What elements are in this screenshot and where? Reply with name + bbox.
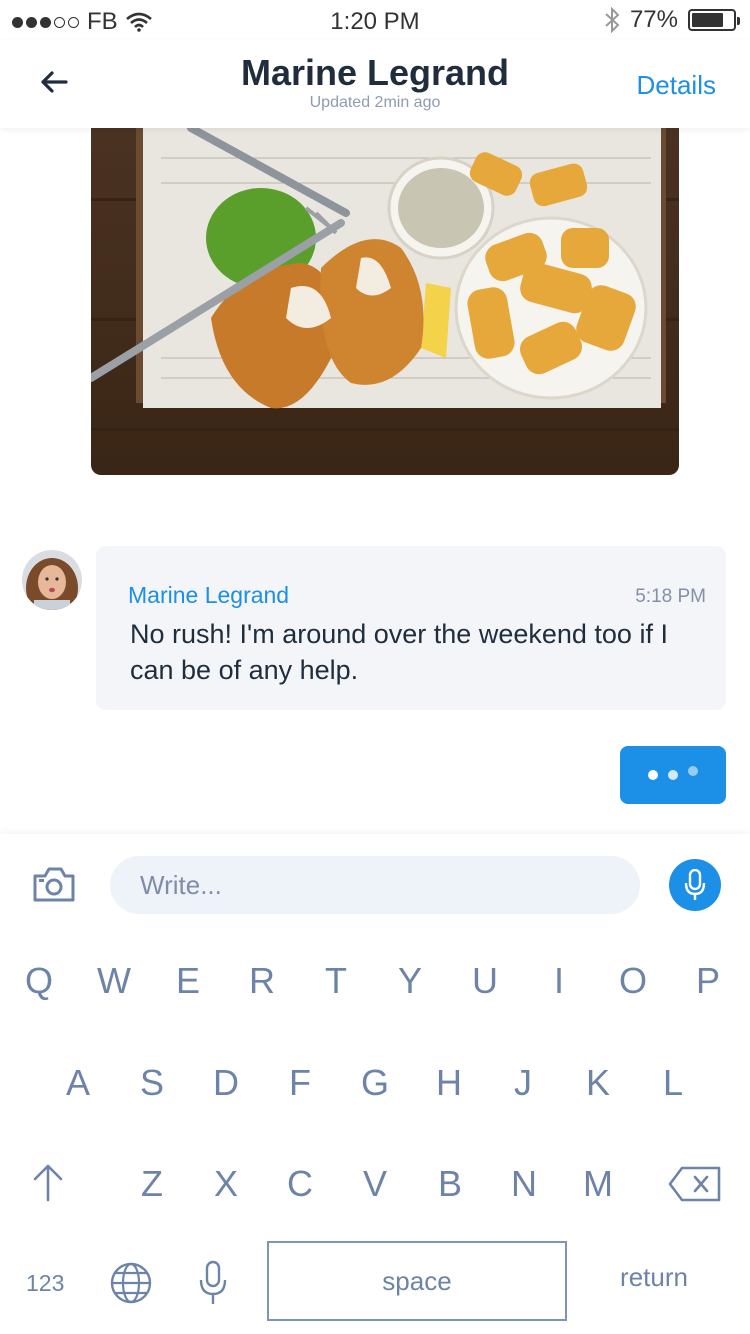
message-input[interactable]	[110, 856, 640, 914]
key-v[interactable]: V	[345, 1163, 405, 1205]
key-m[interactable]: M	[568, 1163, 628, 1205]
message-bubble: Marine Legrand 5:18 PM No rush! I'm arou…	[96, 546, 726, 710]
details-button[interactable]: Details	[637, 70, 716, 101]
typing-dot	[668, 770, 678, 780]
battery-level	[692, 13, 723, 27]
typing-dot	[648, 770, 658, 780]
globe-key[interactable]	[110, 1262, 152, 1304]
key-n[interactable]: N	[494, 1163, 554, 1205]
key-x[interactable]: X	[196, 1163, 256, 1205]
battery-percent: 77%	[629, 6, 678, 33]
key-s[interactable]: S	[122, 1062, 182, 1104]
key-o[interactable]: O	[603, 960, 663, 1002]
shift-icon	[33, 1164, 63, 1202]
key-b[interactable]: B	[420, 1163, 480, 1205]
key-z[interactable]: Z	[122, 1163, 182, 1205]
message-sender[interactable]: Marine Legrand	[128, 582, 289, 609]
key-c[interactable]: C	[270, 1163, 330, 1205]
key-e[interactable]: E	[158, 960, 218, 1002]
key-f[interactable]: F	[270, 1062, 330, 1104]
key-u[interactable]: U	[455, 960, 515, 1002]
backspace-key[interactable]	[668, 1166, 722, 1202]
typing-indicator	[620, 746, 726, 804]
message-time: 5:18 PM	[635, 586, 706, 607]
key-t[interactable]: T	[306, 960, 366, 1002]
key-k[interactable]: K	[568, 1062, 628, 1104]
shared-photo[interactable]	[91, 128, 679, 475]
backspace-icon	[668, 1166, 721, 1202]
status-right: 77%	[604, 6, 740, 34]
key-q[interactable]: Q	[9, 960, 69, 1002]
message-text: No rush! I'm around over the weekend too…	[130, 619, 668, 685]
key-p[interactable]: P	[678, 960, 738, 1002]
bluetooth-icon	[605, 7, 620, 33]
key-l[interactable]: L	[643, 1062, 703, 1104]
key-g[interactable]: G	[345, 1062, 405, 1104]
microphone-icon	[684, 869, 706, 900]
key-w[interactable]: W	[84, 960, 144, 1002]
key-d[interactable]: D	[196, 1062, 256, 1104]
conversation-header: Marine Legrand Updated 2min ago Details	[0, 40, 750, 128]
microphone-icon	[199, 1260, 227, 1304]
key-j[interactable]: J	[493, 1062, 553, 1104]
status-bar: FB 1:20 PM 77%	[0, 0, 750, 40]
battery-icon	[688, 9, 740, 31]
camera-button[interactable]	[32, 864, 76, 904]
numbers-key[interactable]: 123	[26, 1270, 64, 1297]
shift-key[interactable]	[30, 1162, 66, 1202]
space-key[interactable]: space	[267, 1241, 567, 1321]
camera-icon	[33, 867, 75, 902]
key-a[interactable]: A	[48, 1062, 108, 1104]
fish-and-chips-image	[91, 128, 679, 475]
avatar-image	[22, 550, 82, 610]
return-key[interactable]: return	[596, 1262, 712, 1293]
voice-message-button[interactable]	[669, 859, 721, 911]
key-h[interactable]: H	[419, 1062, 479, 1104]
avatar[interactable]	[22, 550, 82, 610]
key-i[interactable]: I	[529, 960, 589, 1002]
key-r[interactable]: R	[232, 960, 292, 1002]
globe-icon	[110, 1262, 152, 1304]
dictation-key[interactable]	[199, 1260, 227, 1306]
key-y[interactable]: Y	[380, 960, 440, 1002]
typing-dot	[688, 766, 698, 776]
